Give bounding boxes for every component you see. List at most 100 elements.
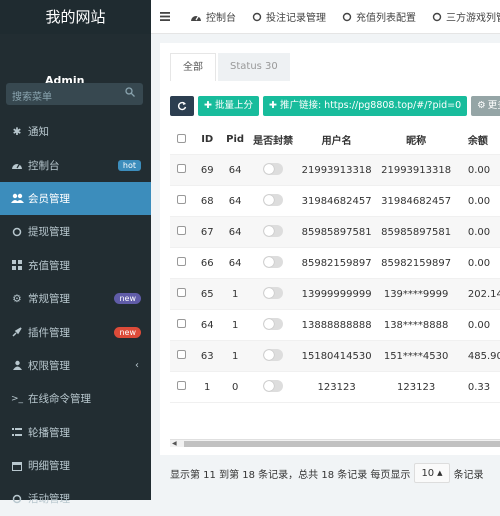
- table-row[interactable]: 66 64 85982159897 85982159897 0.00: [170, 248, 500, 279]
- ban-toggle[interactable]: [250, 193, 297, 209]
- sidebar-item-general[interactable]: ⚙ 常规管理 new: [0, 282, 151, 315]
- horizontal-scrollbar[interactable]: ◀: [170, 439, 500, 447]
- more-button[interactable]: ⚙更多: [471, 96, 500, 116]
- table-row[interactable]: 69 64 21993913318 21993913318 0.00: [170, 155, 500, 186]
- sidebar-item-plugins[interactable]: 插件管理 new: [0, 315, 151, 348]
- cell-nickname: 151****4530: [383, 350, 449, 362]
- new-badge: new: [114, 293, 141, 305]
- ban-toggle[interactable]: [250, 286, 297, 302]
- table-row[interactable]: 64 1 13888888888 138****8888 0.00: [170, 310, 500, 341]
- scrollbar-thumb[interactable]: [184, 441, 500, 447]
- ban-toggle[interactable]: [250, 379, 297, 395]
- sidebar-item-withdraw[interactable]: 提现管理: [0, 215, 151, 248]
- pagination: 显示第 11 到第 18 条记录，总共 18 条记录 每页显示 10 ▲ 条记录: [170, 463, 484, 483]
- table-row[interactable]: 63 1 15180414530 151****4530 485.90: [170, 341, 500, 372]
- row-checkbox[interactable]: [170, 226, 194, 238]
- sidebar-item-dashboard[interactable]: 控制台 hot: [0, 148, 151, 181]
- ban-toggle[interactable]: [250, 348, 297, 364]
- row-checkbox[interactable]: [170, 164, 194, 176]
- ban-toggle[interactable]: [250, 162, 297, 178]
- tab-bet-records[interactable]: 投注记录管理: [252, 9, 326, 24]
- cell-pid: 64: [228, 195, 242, 207]
- table-row[interactable]: 68 64 31984682457 31984682457 0.00: [170, 186, 500, 217]
- select-all-checkbox[interactable]: [170, 133, 194, 146]
- cell-nickname: 123123: [397, 381, 436, 393]
- plus-icon: ✚: [204, 100, 212, 111]
- cell-username: 15180414530: [301, 350, 372, 362]
- sidebar-item-terminal[interactable]: >_ 在线命令管理: [0, 382, 151, 415]
- table-row[interactable]: 1 0 123123 123123 0.33: [170, 372, 500, 403]
- toggle-switch[interactable]: [263, 348, 284, 361]
- tab-recharge-config[interactable]: 充值列表配置: [342, 9, 416, 24]
- cell-pid: 0: [231, 381, 239, 393]
- cell-pid: 1: [231, 288, 239, 300]
- cell-pid: 64: [228, 257, 242, 269]
- grid-icon: [10, 259, 24, 271]
- cell-id: 1: [204, 381, 211, 393]
- scroll-left-icon[interactable]: ◀: [172, 440, 177, 447]
- col-balance[interactable]: 余额: [456, 132, 500, 147]
- table-row[interactable]: 67 64 85985897581 85985897581 0.00: [170, 217, 500, 248]
- top-navbar: 控制台 投注记录管理 充值列表配置 三方游戏列管: [151, 0, 500, 34]
- terminal-icon: >_: [10, 393, 24, 404]
- toggle-switch[interactable]: [263, 317, 284, 330]
- col-banned[interactable]: 是否封禁: [250, 132, 297, 147]
- refresh-icon: [177, 101, 187, 111]
- cogs-icon: ⚙: [12, 292, 22, 305]
- row-checkbox[interactable]: [170, 381, 194, 393]
- cell-pid: 1: [231, 319, 239, 331]
- toolbar: ✚ 批量上分 ✚ 推广链接: https://pg8808.top/#/?pid=0…: [170, 96, 500, 116]
- cell-nickname: 138****8888: [383, 319, 449, 331]
- search-icon[interactable]: [125, 87, 135, 97]
- ban-toggle[interactable]: [250, 224, 297, 240]
- toggle-switch[interactable]: [263, 193, 284, 206]
- col-username[interactable]: 用户名: [297, 132, 377, 147]
- toggle-switch[interactable]: [263, 379, 284, 392]
- toggle-switch[interactable]: [263, 224, 284, 237]
- row-checkbox[interactable]: [170, 319, 194, 331]
- col-nickname[interactable]: 昵称: [376, 132, 456, 147]
- cell-pid: 64: [228, 226, 242, 238]
- sidebar-item-members[interactable]: 会员管理: [0, 181, 151, 216]
- table-body: 69 64 21993913318 21993913318 0.00 68 64 319846…: [170, 155, 500, 403]
- site-logo[interactable]: 我的网站: [0, 0, 151, 34]
- cell-id: 64: [200, 319, 214, 331]
- sidebar-item-activity[interactable]: 活动管理: [0, 482, 151, 515]
- row-checkbox[interactable]: [170, 257, 194, 269]
- tab-third-party-games[interactable]: 三方游戏列管: [432, 9, 500, 24]
- cell-username: 123123: [317, 381, 356, 393]
- table-row[interactable]: 65 1 13999999999 139****9999 202.14: [170, 279, 500, 310]
- sidebar-item-permissions[interactable]: 权限管理 ‹: [0, 349, 151, 382]
- ban-toggle[interactable]: [250, 255, 297, 271]
- toggle-switch[interactable]: [263, 255, 284, 268]
- row-checkbox[interactable]: [170, 195, 194, 207]
- toggle-switch[interactable]: [263, 162, 284, 175]
- tab-status-30[interactable]: Status 30: [218, 53, 290, 81]
- col-pid[interactable]: Pid: [221, 134, 250, 145]
- tab-all[interactable]: 全部: [170, 53, 216, 81]
- sidebar-item-carousel[interactable]: 轮播管理: [0, 416, 151, 449]
- col-id[interactable]: ID: [194, 134, 221, 145]
- menu-search-input[interactable]: 搜索菜单: [6, 83, 143, 105]
- hamburger-menu-icon[interactable]: [160, 12, 174, 21]
- batch-add-score-button[interactable]: ✚ 批量上分: [198, 96, 259, 116]
- tab-dashboard[interactable]: 控制台: [190, 9, 236, 24]
- search-placeholder: 搜索菜单: [12, 92, 52, 103]
- row-checkbox[interactable]: [170, 288, 194, 300]
- ban-toggle[interactable]: [250, 317, 297, 333]
- cell-pid: 1: [231, 350, 239, 362]
- refresh-button[interactable]: [170, 96, 194, 116]
- sidebar-item-notice[interactable]: ✱ 通知: [0, 115, 151, 148]
- toggle-switch[interactable]: [263, 286, 284, 299]
- promo-link-button[interactable]: ✚ 推广链接: https://pg8808.top/#/?pid=0: [262, 96, 468, 116]
- row-checkbox[interactable]: [170, 350, 194, 362]
- cell-balance: 0.33: [467, 381, 491, 393]
- cell-username: 21993913318: [301, 164, 372, 176]
- sidebar-item-label: 充值管理: [28, 259, 70, 272]
- page-size-select[interactable]: 10 ▲: [414, 463, 450, 483]
- cell-username: 85982159897: [301, 257, 372, 269]
- cell-balance: 202.14: [467, 288, 500, 300]
- sidebar-item-recharge[interactable]: 充值管理: [0, 249, 151, 282]
- user-panel: NO Admin 在线: [0, 34, 151, 105]
- sidebar-item-details[interactable]: 明细管理: [0, 449, 151, 482]
